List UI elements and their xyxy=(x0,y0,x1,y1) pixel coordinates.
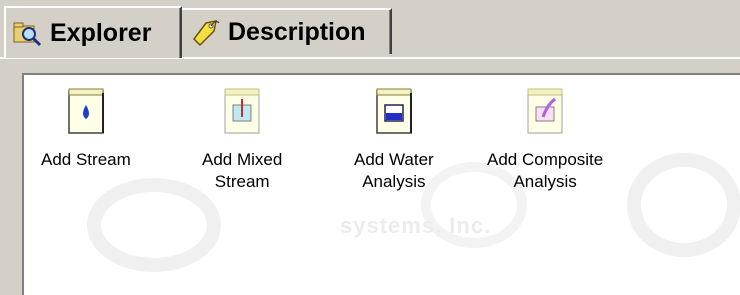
tab-strip: Explorer Description xyxy=(0,0,740,59)
add-stream-label: Add Stream xyxy=(41,150,131,169)
tab-description[interactable]: Description xyxy=(182,8,392,54)
add-water-analysis-label: Add Water Analysis xyxy=(354,150,434,191)
mixing-beaker-page-icon xyxy=(222,87,262,135)
tab-explorer-label: Explorer xyxy=(50,18,152,47)
add-mixed-stream-label: Add Mixed Stream xyxy=(202,150,283,191)
tag-icon xyxy=(190,17,220,47)
water-analysis-beaker-page-icon xyxy=(374,87,414,135)
add-composite-analysis-label: Add Composite Analysis xyxy=(487,150,604,191)
tab-description-label: Description xyxy=(228,17,366,46)
add-water-analysis-item[interactable]: Add Water Analysis xyxy=(354,87,434,193)
composite-flask-page-icon xyxy=(525,87,565,135)
water-drop-page-icon xyxy=(66,87,106,135)
add-stream-item[interactable]: Add Stream xyxy=(41,87,131,171)
watermark-text: systems, Inc. xyxy=(340,213,492,238)
tab-explorer[interactable]: Explorer xyxy=(4,6,182,58)
magnifier-folder-icon xyxy=(12,18,42,48)
add-composite-analysis-item[interactable]: Add Composite Analysis xyxy=(487,87,603,193)
explorer-panel: systems, Inc. Add Stream Add Mixed Strea… xyxy=(22,73,740,295)
add-mixed-stream-item[interactable]: Add Mixed Stream xyxy=(202,87,282,193)
